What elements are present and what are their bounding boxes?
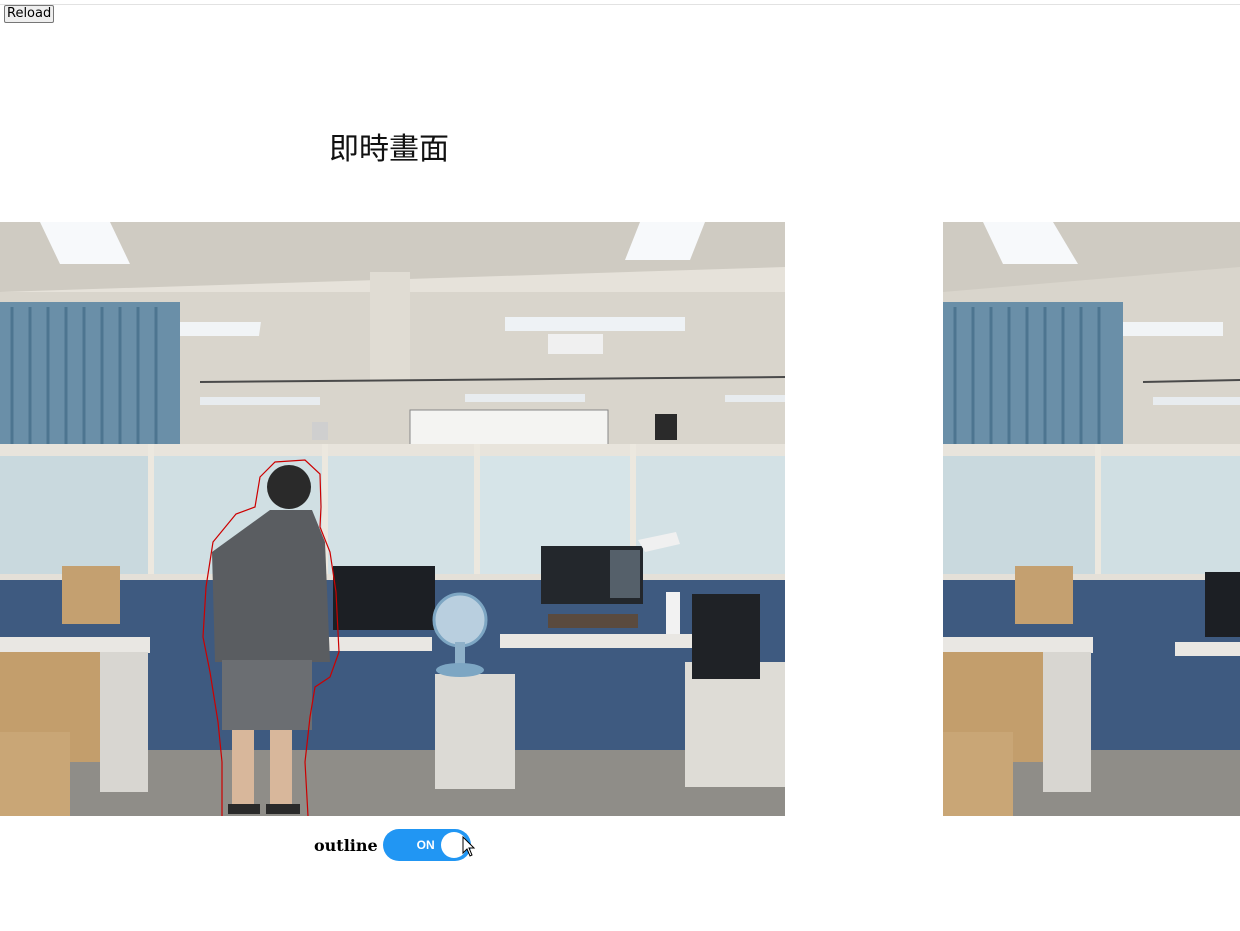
top-divider [0, 4, 1240, 5]
outline-toggle-switch[interactable]: ON [382, 829, 471, 861]
second-camera-feed [943, 222, 1240, 816]
page-title: 即時畫面 [329, 132, 449, 167]
reload-button[interactable]: Reload [4, 5, 55, 23]
live-camera-feed [0, 222, 785, 816]
outline-control: outline ON [314, 829, 471, 861]
outline-label: outline [314, 835, 378, 855]
toggle-knob[interactable] [440, 832, 467, 858]
toggle-state-text: ON [416, 838, 435, 852]
